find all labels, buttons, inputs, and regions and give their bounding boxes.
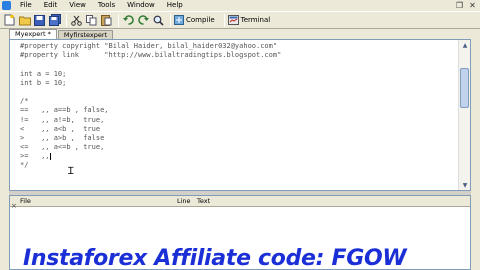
copy-icon[interactable] xyxy=(85,14,98,27)
new-file-icon[interactable] xyxy=(3,14,16,27)
find-icon[interactable] xyxy=(152,14,165,27)
code-line: int a = 10; xyxy=(20,69,67,78)
vertical-scrollbar[interactable]: ▲ ▼ xyxy=(458,40,470,190)
save-all-icon[interactable] xyxy=(48,14,61,27)
menu-item-tools[interactable]: Tools xyxy=(92,0,121,11)
code-line: #property link "http://www.bilaltradingt… xyxy=(20,51,282,60)
toolbox-header: File Line Text xyxy=(10,196,470,207)
scroll-down-icon[interactable]: ▼ xyxy=(459,180,471,190)
code-line: < ,, a<b , true xyxy=(20,124,101,133)
toolbar-separator xyxy=(170,13,171,27)
affiliate-banner: Instaforex Affiliate code: FGOW xyxy=(23,246,407,270)
menu-item-file[interactable]: File xyxy=(14,0,38,11)
menu-bar: File Edit View Tools Window Help ❐ ✕ xyxy=(0,0,480,11)
menu-item-view[interactable]: View xyxy=(63,0,92,11)
close-icon[interactable]: ✕ xyxy=(466,0,479,11)
code-line: > ,, a>b , false xyxy=(20,133,105,142)
code-editor[interactable]: #property copyright "Bilal Haider, bilal… xyxy=(9,39,471,191)
menu-item-edit[interactable]: Edit xyxy=(38,0,64,11)
code-line: */ xyxy=(20,161,29,170)
menu-list: File Edit View Tools Window Help xyxy=(14,0,189,11)
code-line: >= ,, xyxy=(20,152,51,161)
panel-close-icon[interactable]: × xyxy=(11,202,17,210)
restore-icon[interactable]: ❐ xyxy=(453,0,466,11)
code-line: #property copyright "Bilal Haider, bilal… xyxy=(20,42,278,50)
menu-item-window[interactable]: Window xyxy=(121,0,161,11)
tab-myfirstexpert[interactable]: Myfirstexpert xyxy=(57,30,114,39)
terminal-button[interactable]: Terminal xyxy=(227,15,271,25)
text-cursor-icon: Ɪ xyxy=(68,166,74,177)
save-icon[interactable] xyxy=(33,14,46,27)
compile-icon xyxy=(174,15,184,25)
app-icon xyxy=(2,1,11,10)
open-folder-icon[interactable] xyxy=(18,14,31,27)
scroll-thumb[interactable] xyxy=(460,68,469,108)
code-line: <= ,, a<=b , true, xyxy=(20,143,105,152)
code-line: int b = 10; xyxy=(20,78,67,87)
toolbar: Compile Terminal xyxy=(0,11,480,29)
metaeditor-window: File Edit View Tools Window Help ❐ ✕ Com… xyxy=(0,0,480,270)
undo-icon[interactable] xyxy=(122,14,135,27)
column-header-file[interactable]: File xyxy=(20,196,31,207)
compile-label: Compile xyxy=(186,16,215,24)
terminal-icon xyxy=(227,15,239,25)
menu-item-help[interactable]: Help xyxy=(161,0,189,11)
document-tabs: Myexpert * Myfirstexpert xyxy=(9,29,471,39)
text-caret xyxy=(49,152,51,160)
column-header-text[interactable]: Text xyxy=(197,196,210,207)
code-line: /* xyxy=(20,97,29,106)
paste-icon[interactable] xyxy=(100,14,113,27)
code-line: == ,, a==b , false, xyxy=(20,106,109,115)
compile-button[interactable]: Compile xyxy=(174,15,215,25)
code-area[interactable]: #property copyright "Bilal Haider, bilal… xyxy=(10,40,458,190)
column-header-line[interactable]: Line xyxy=(177,196,191,207)
terminal-label: Terminal xyxy=(240,16,271,24)
toolbar-separator xyxy=(66,13,67,27)
redo-icon[interactable] xyxy=(137,14,150,27)
cut-icon[interactable] xyxy=(70,14,83,27)
scroll-up-icon[interactable]: ▲ xyxy=(459,40,471,50)
tab-myexpert[interactable]: Myexpert * xyxy=(9,29,57,39)
toolbar-separator xyxy=(118,13,119,27)
code-line: != ,, a!=b, true, xyxy=(20,115,105,124)
toolbar-separator xyxy=(223,13,225,27)
